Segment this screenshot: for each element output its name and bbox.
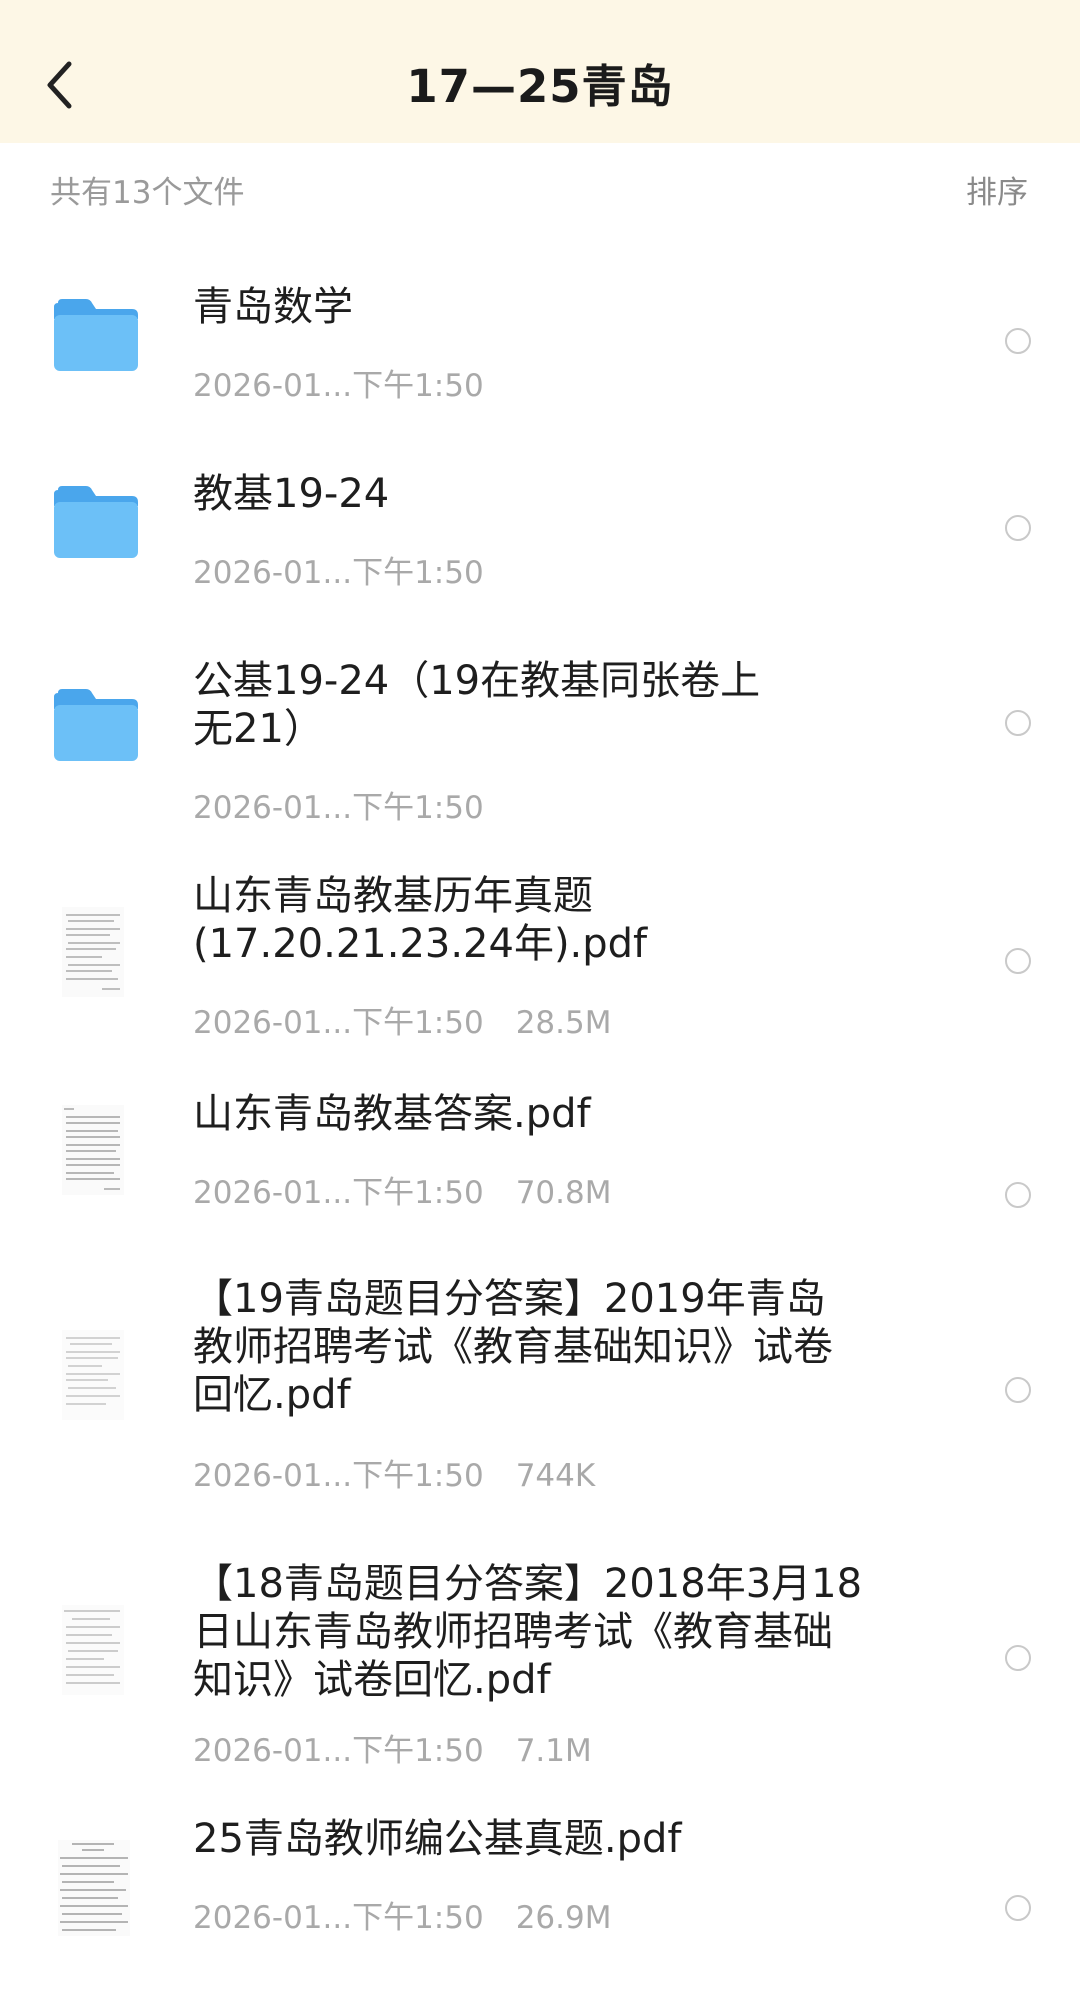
file-date: 2026-01...下午1:50	[193, 555, 484, 591]
file-size: 70.8M	[515, 1175, 612, 1211]
file-date: 2026-01...下午1:50	[193, 790, 484, 826]
select-radio[interactable]	[1005, 1895, 1031, 1921]
select-radio[interactable]	[1005, 710, 1031, 736]
file-meta: 2026-01...下午1:50 70.8M	[193, 1167, 611, 1212]
pdf-thumbnail-icon	[62, 1605, 124, 1695]
file-date: 2026-01...下午1:50	[193, 368, 484, 404]
list-item[interactable]: 山东青岛教基历年真题(17.20.21.23.24年).pdf 2026-01.…	[0, 837, 1080, 1055]
page-title: 17—25青岛	[406, 60, 674, 113]
select-radio[interactable]	[1005, 1182, 1031, 1208]
file-list-toolbar: 共有13个文件 排序	[0, 143, 1080, 233]
file-name: 公基19-24（19在教基同张卷上无21）	[193, 658, 761, 752]
select-radio[interactable]	[1005, 1645, 1031, 1671]
sort-button[interactable]: 排序	[966, 167, 1028, 212]
list-item[interactable]: 【18青岛题目分答案】2018年3月18日山东青岛教师招聘考试《教育基础知识》试…	[0, 1520, 1080, 1785]
file-count: 共有13个文件	[50, 175, 245, 211]
pdf-thumbnail-icon	[62, 1105, 124, 1195]
select-radio[interactable]	[1005, 328, 1031, 354]
file-date: 2026-01...下午1:50	[193, 1175, 484, 1211]
file-meta: 2026-01...下午1:50 7.1M	[193, 1725, 592, 1770]
file-date: 2026-01...下午1:50	[193, 1005, 484, 1041]
file-name: 【19青岛题目分答案】2019年青岛教师招聘考试《教育基础知识》试卷回忆.pdf	[193, 1276, 833, 1418]
file-meta: 2026-01...下午1:50	[193, 782, 484, 827]
folder-icon	[52, 687, 140, 763]
file-meta: 2026-01...下午1:50 744K	[193, 1450, 595, 1495]
file-name: 山东青岛教基答案.pdf	[193, 1091, 591, 1137]
list-item[interactable]: 公基19-24（19在教基同张卷上无21） 2026-01...下午1:50	[0, 607, 1080, 837]
file-size: 26.9M	[515, 1900, 612, 1936]
file-name: 青岛数学	[193, 284, 353, 330]
file-name: 25青岛教师编公基真题.pdf	[193, 1816, 682, 1862]
file-name: 【18青岛题目分答案】2018年3月18日山东青岛教师招聘考试《教育基础知识》试…	[193, 1561, 863, 1703]
folder-icon	[52, 484, 140, 560]
list-item[interactable]: 25青岛教师编公基真题.pdf 2026-01...下午1:50 26.9M	[0, 1785, 1080, 1985]
file-meta: 2026-01...下午1:50 26.9M	[193, 1892, 611, 1937]
list-item[interactable]: 山东青岛教基答案.pdf 2026-01...下午1:50 70.8M	[0, 1055, 1080, 1245]
file-size: 744K	[515, 1458, 596, 1494]
file-name: 山东青岛教基历年真题(17.20.21.23.24年).pdf	[193, 873, 648, 967]
pdf-thumbnail-icon	[62, 1330, 124, 1420]
file-date: 2026-01...下午1:50	[193, 1458, 484, 1494]
select-radio[interactable]	[1005, 515, 1031, 541]
list-item[interactable]: 青岛数学 2026-01...下午1:50	[0, 233, 1080, 420]
file-date: 2026-01...下午1:50	[193, 1900, 484, 1936]
select-radio[interactable]	[1005, 1377, 1031, 1403]
file-name: 教基19-24	[193, 471, 390, 517]
file-size: 28.5M	[515, 1005, 612, 1041]
select-radio[interactable]	[1005, 948, 1031, 974]
file-meta: 2026-01...下午1:50 28.5M	[193, 997, 611, 1042]
pdf-thumbnail-icon	[62, 907, 124, 997]
file-size: 7.1M	[515, 1733, 592, 1769]
file-meta: 2026-01...下午1:50	[193, 360, 484, 405]
list-item[interactable]: 【19青岛题目分答案】2019年青岛教师招聘考试《教育基础知识》试卷回忆.pdf…	[0, 1245, 1080, 1520]
pdf-thumbnail-icon	[58, 1840, 130, 1936]
folder-icon	[52, 297, 140, 373]
header-bar: 17—25青岛	[0, 0, 1080, 143]
list-item[interactable]: 教基19-24 2026-01...下午1:50	[0, 420, 1080, 607]
file-meta: 2026-01...下午1:50	[193, 547, 484, 592]
file-date: 2026-01...下午1:50	[193, 1733, 484, 1769]
